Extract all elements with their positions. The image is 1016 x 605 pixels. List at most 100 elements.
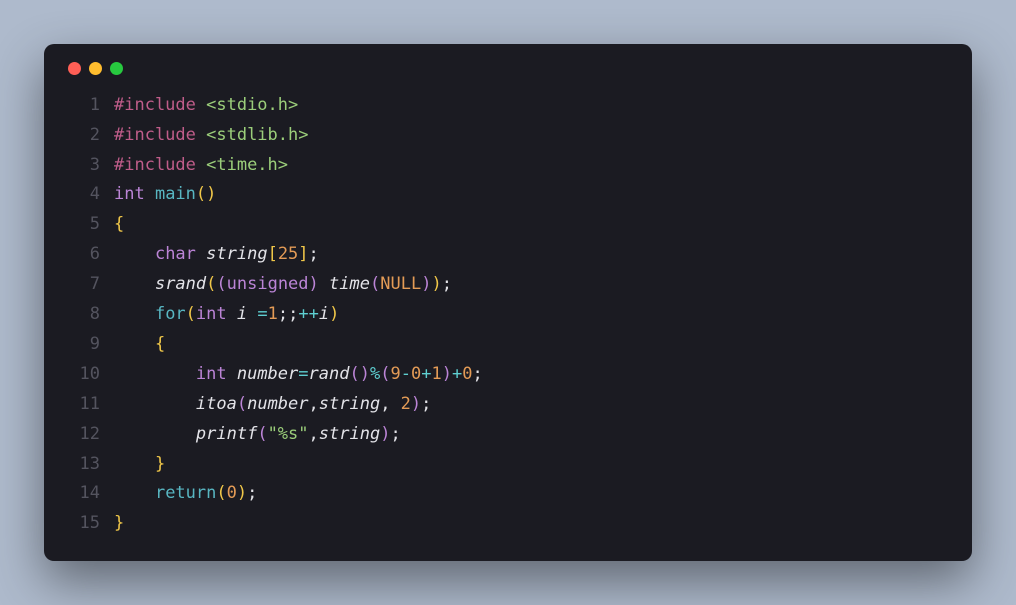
token: ;	[472, 364, 482, 384]
code-line[interactable]: 2 #include <stdlib.h>	[64, 121, 952, 151]
token: int	[196, 364, 237, 384]
token: 9	[390, 364, 400, 384]
token: (	[206, 274, 216, 294]
token: 0	[411, 364, 421, 384]
line-content[interactable]: printf("%s",string);	[114, 420, 401, 450]
token: )	[360, 364, 370, 384]
code-line[interactable]: 14 return(0);	[64, 479, 952, 509]
token: time	[329, 274, 370, 294]
token: 1	[268, 304, 278, 324]
line-content[interactable]: #include <stdio.h>	[114, 91, 298, 121]
token: )	[431, 274, 441, 294]
line-number: 2	[64, 121, 100, 151]
token: )	[442, 364, 452, 384]
code-line[interactable]: 1 #include <stdio.h>	[64, 91, 952, 121]
line-number: 9	[64, 330, 100, 360]
code-line[interactable]: 4int main()	[64, 180, 952, 210]
line-content[interactable]: char string[25];	[114, 240, 319, 270]
token: {	[155, 334, 165, 354]
code-line[interactable]: 3#include <time.h>	[64, 151, 952, 181]
token: )	[421, 274, 431, 294]
code-line[interactable]: 7 srand((unsigned) time(NULL));	[64, 270, 952, 300]
line-content[interactable]: itoa(number,string, 2);	[114, 390, 431, 420]
line-content[interactable]: #include <time.h>	[114, 151, 288, 181]
code-line[interactable]: 15}	[64, 509, 952, 539]
token: )	[411, 394, 421, 414]
token: ,	[309, 424, 319, 444]
token: ;;	[278, 304, 298, 324]
code-line[interactable]: 9 {	[64, 330, 952, 360]
line-number: 11	[64, 390, 100, 420]
token: number	[247, 394, 308, 414]
line-number: 8	[64, 300, 100, 330]
code-line[interactable]: 5{	[64, 210, 952, 240]
line-content[interactable]: {	[114, 330, 165, 360]
token: +	[452, 364, 462, 384]
token: )	[380, 424, 390, 444]
line-content[interactable]: for(int i =1;;++i)	[114, 300, 339, 330]
code-line[interactable]: 11 itoa(number,string, 2);	[64, 390, 952, 420]
minimize-icon[interactable]	[89, 62, 102, 75]
line-number: 1	[64, 91, 100, 121]
code-line[interactable]: 13 }	[64, 450, 952, 480]
code-window: 1#include <stdio.h>2#include <stdlib.h>3…	[44, 44, 972, 562]
token: <time.h>	[206, 155, 288, 175]
token: ;	[247, 483, 257, 503]
token: }	[114, 513, 124, 533]
token: return	[155, 483, 216, 503]
token: 1	[431, 364, 441, 384]
token: srand	[155, 274, 206, 294]
close-icon[interactable]	[68, 62, 81, 75]
token: printf	[196, 424, 257, 444]
line-content[interactable]: srand((unsigned) time(NULL));	[114, 270, 452, 300]
code-line[interactable]: 10 int number=rand()%(9-0+1)+0;	[64, 360, 952, 390]
line-content[interactable]: {	[114, 210, 124, 240]
line-number: 13	[64, 450, 100, 480]
line-number: 15	[64, 509, 100, 539]
line-number: 10	[64, 360, 100, 390]
token: itoa	[196, 394, 237, 414]
token	[114, 274, 155, 294]
token	[114, 244, 155, 264]
line-number: 6	[64, 240, 100, 270]
token: (	[237, 394, 247, 414]
line-content[interactable]: int main()	[114, 180, 216, 210]
token: <stdlib.h>	[206, 125, 308, 145]
line-content[interactable]: int number=rand()%(9-0+1)+0;	[114, 360, 483, 390]
line-number: 7	[64, 270, 100, 300]
code-editor[interactable]: 1#include <stdio.h>2#include <stdlib.h>3…	[64, 91, 952, 540]
token: ;	[421, 394, 431, 414]
line-content[interactable]: }	[114, 509, 124, 539]
line-content[interactable]: return(0);	[114, 479, 257, 509]
token: +	[421, 364, 431, 384]
code-line[interactable]: 8 for(int i =1;;++i)	[64, 300, 952, 330]
line-content[interactable]: }	[114, 450, 165, 480]
token: rand	[309, 364, 350, 384]
token: 0	[227, 483, 237, 503]
token	[114, 334, 155, 354]
token: [	[268, 244, 278, 264]
token: 2	[401, 394, 411, 414]
code-line[interactable]: 12 printf("%s",string);	[64, 420, 952, 450]
token: #include	[114, 125, 206, 145]
window-titlebar	[64, 62, 952, 75]
token: int	[196, 304, 237, 324]
line-number: 5	[64, 210, 100, 240]
token: {	[114, 214, 124, 234]
token: 25	[278, 244, 298, 264]
line-content[interactable]: #include <stdlib.h>	[114, 121, 308, 151]
token: #include	[114, 95, 206, 115]
token: char	[155, 244, 206, 264]
token: string	[319, 394, 380, 414]
maximize-icon[interactable]	[110, 62, 123, 75]
token: =	[257, 304, 267, 324]
token: ;	[309, 244, 319, 264]
token	[114, 394, 196, 414]
token: string	[319, 424, 380, 444]
token	[247, 304, 257, 324]
token	[114, 454, 155, 474]
token: main	[155, 184, 196, 204]
token: (	[257, 424, 267, 444]
code-line[interactable]: 6 char string[25];	[64, 240, 952, 270]
token: (	[216, 274, 226, 294]
